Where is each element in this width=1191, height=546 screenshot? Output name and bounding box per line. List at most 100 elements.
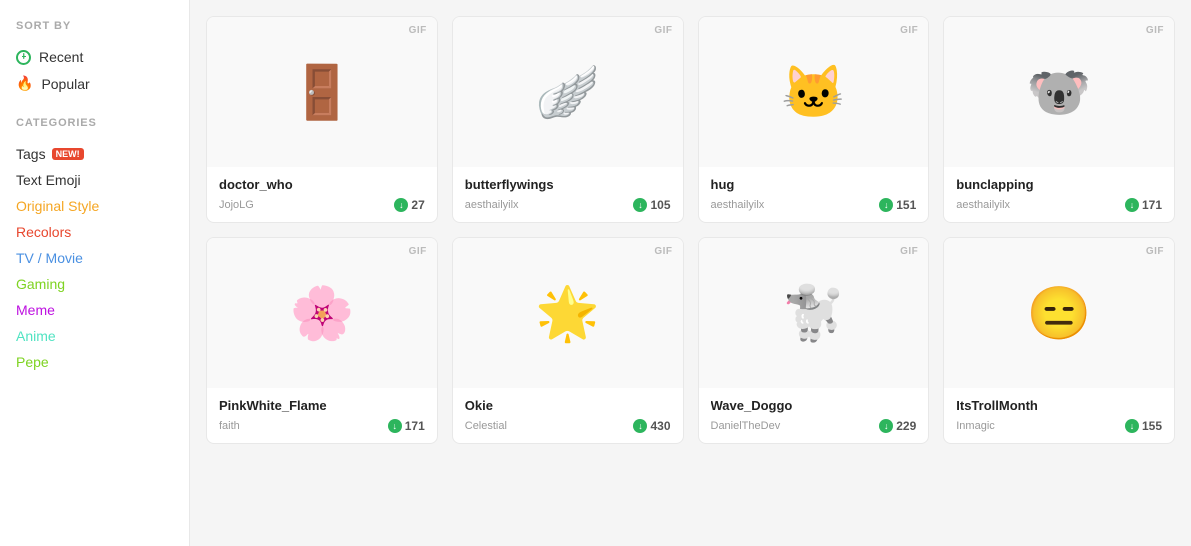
recolors-label: Recolors: [16, 224, 71, 240]
card-author-doctor_who: JojoLG: [219, 199, 254, 211]
card-downloads-butterflywings: ↓ 105: [633, 198, 670, 212]
card-icon-ItsTrollMonth: 😑: [1027, 283, 1092, 344]
card-image-PinkWhite_Flame: GIF 🌸: [207, 238, 437, 388]
sidebar-item-tv-movie[interactable]: TV / Movie: [16, 245, 173, 271]
card-footer-ItsTrollMonth: Inmagic ↓ 155: [956, 419, 1162, 433]
card-author-hug: aesthailyilx: [711, 199, 765, 211]
sort-popular-label: Popular: [41, 76, 89, 92]
card-image-ItsTrollMonth: GIF 😑: [944, 238, 1174, 388]
card-info-Wave_Doggo: Wave_Doggo DanielTheDev ↓ 229: [699, 388, 929, 443]
sort-recent[interactable]: Recent: [16, 44, 173, 70]
card-icon-doctor_who: 🚪: [290, 62, 355, 123]
download-icon-butterflywings: ↓: [633, 198, 647, 212]
sidebar-item-gaming[interactable]: Gaming: [16, 271, 173, 297]
sidebar-item-anime[interactable]: Anime: [16, 323, 173, 349]
card-downloads-PinkWhite_Flame: ↓ 171: [388, 419, 425, 433]
card-footer-hug: aesthailyilx ↓ 151: [711, 198, 917, 212]
card-downloads-Wave_Doggo: ↓ 229: [879, 419, 916, 433]
card-grid: GIF 🚪 doctor_who JojoLG ↓ 27 GIF 🪽 butte…: [206, 16, 1175, 444]
anime-label: Anime: [16, 328, 56, 344]
card-footer-PinkWhite_Flame: faith ↓ 171: [219, 419, 425, 433]
card-downloads-bunclapping: ↓ 171: [1125, 198, 1162, 212]
gif-badge: GIF: [1146, 246, 1164, 257]
card-author-bunclapping: aesthailyilx: [956, 199, 1010, 211]
sidebar-item-recolors[interactable]: Recolors: [16, 219, 173, 245]
card-image-doctor_who: GIF 🚪: [207, 17, 437, 167]
download-icon-bunclapping: ↓: [1125, 198, 1139, 212]
meme-label: Meme: [16, 302, 55, 318]
card-footer-Okie: Celestial ↓ 430: [465, 419, 671, 433]
card-info-hug: hug aesthailyilx ↓ 151: [699, 167, 929, 222]
sidebar-item-original-style[interactable]: Original Style: [16, 193, 173, 219]
card-title-Okie: Okie: [465, 398, 671, 413]
gif-badge: GIF: [900, 25, 918, 36]
sort-popular[interactable]: 🔥 Popular: [16, 70, 173, 97]
card-downloads-ItsTrollMonth: ↓ 155: [1125, 419, 1162, 433]
tags-label: Tags: [16, 146, 46, 162]
download-icon-hug: ↓: [879, 198, 893, 212]
card-Wave_Doggo[interactable]: GIF 🐩 Wave_Doggo DanielTheDev ↓ 229: [698, 237, 930, 444]
card-downloads-Okie: ↓ 430: [633, 419, 670, 433]
card-info-PinkWhite_Flame: PinkWhite_Flame faith ↓ 171: [207, 388, 437, 443]
gif-badge: GIF: [409, 246, 427, 257]
gaming-label: Gaming: [16, 276, 65, 292]
gif-badge: GIF: [654, 246, 672, 257]
card-info-Okie: Okie Celestial ↓ 430: [453, 388, 683, 443]
gif-badge: GIF: [1146, 25, 1164, 36]
card-title-doctor_who: doctor_who: [219, 177, 425, 192]
card-info-ItsTrollMonth: ItsTrollMonth Inmagic ↓ 155: [944, 388, 1174, 443]
card-Okie[interactable]: GIF 🌟 Okie Celestial ↓ 430: [452, 237, 684, 444]
card-PinkWhite_Flame[interactable]: GIF 🌸 PinkWhite_Flame faith ↓ 171: [206, 237, 438, 444]
card-author-ItsTrollMonth: Inmagic: [956, 420, 995, 432]
card-downloads-doctor_who: ↓ 27: [394, 198, 424, 212]
download-icon-PinkWhite_Flame: ↓: [388, 419, 402, 433]
card-doctor_who[interactable]: GIF 🚪 doctor_who JojoLG ↓ 27: [206, 16, 438, 223]
card-hug[interactable]: GIF 🐱 hug aesthailyilx ↓ 151: [698, 16, 930, 223]
fire-icon: 🔥: [16, 75, 33, 92]
card-icon-Okie: 🌟: [535, 283, 600, 344]
card-title-Wave_Doggo: Wave_Doggo: [711, 398, 917, 413]
card-image-hug: GIF 🐱: [699, 17, 929, 167]
download-icon-Wave_Doggo: ↓: [879, 419, 893, 433]
sidebar-item-text-emoji[interactable]: Text Emoji: [16, 167, 173, 193]
sort-recent-label: Recent: [39, 49, 83, 65]
tv-movie-label: TV / Movie: [16, 250, 83, 266]
card-image-bunclapping: GIF 🐨: [944, 17, 1174, 167]
card-icon-Wave_Doggo: 🐩: [781, 283, 846, 344]
card-icon-PinkWhite_Flame: 🌸: [290, 283, 355, 344]
sidebar-item-tags[interactable]: Tags New!: [16, 141, 173, 167]
gif-badge: GIF: [900, 246, 918, 257]
card-author-PinkWhite_Flame: faith: [219, 420, 240, 432]
card-footer-Wave_Doggo: DanielTheDev ↓ 229: [711, 419, 917, 433]
card-icon-bunclapping: 🐨: [1027, 62, 1092, 123]
card-title-ItsTrollMonth: ItsTrollMonth: [956, 398, 1162, 413]
card-info-butterflywings: butterflywings aesthailyilx ↓ 105: [453, 167, 683, 222]
card-info-bunclapping: bunclapping aesthailyilx ↓ 171: [944, 167, 1174, 222]
card-author-butterflywings: aesthailyilx: [465, 199, 519, 211]
card-bunclapping[interactable]: GIF 🐨 bunclapping aesthailyilx ↓ 171: [943, 16, 1175, 223]
card-image-butterflywings: GIF 🪽: [453, 17, 683, 167]
main-content: GIF 🚪 doctor_who JojoLG ↓ 27 GIF 🪽 butte…: [190, 0, 1191, 546]
card-title-bunclapping: bunclapping: [956, 177, 1162, 192]
download-icon-Okie: ↓: [633, 419, 647, 433]
card-butterflywings[interactable]: GIF 🪽 butterflywings aesthailyilx ↓ 105: [452, 16, 684, 223]
card-icon-butterflywings: 🪽: [535, 62, 600, 123]
card-image-Wave_Doggo: GIF 🐩: [699, 238, 929, 388]
sidebar-item-meme[interactable]: Meme: [16, 297, 173, 323]
card-ItsTrollMonth[interactable]: GIF 😑 ItsTrollMonth Inmagic ↓ 155: [943, 237, 1175, 444]
download-icon-ItsTrollMonth: ↓: [1125, 419, 1139, 433]
categories-label: CATEGORIES: [16, 117, 173, 129]
card-footer-bunclapping: aesthailyilx ↓ 171: [956, 198, 1162, 212]
sidebar: SORT BY Recent 🔥 Popular CATEGORIES Tags…: [0, 0, 190, 546]
card-downloads-hug: ↓ 151: [879, 198, 916, 212]
card-title-butterflywings: butterflywings: [465, 177, 671, 192]
sidebar-item-pepe[interactable]: Pepe: [16, 349, 173, 375]
new-badge: New!: [52, 148, 84, 160]
card-footer-doctor_who: JojoLG ↓ 27: [219, 198, 425, 212]
card-icon-hug: 🐱: [781, 62, 846, 123]
card-image-Okie: GIF 🌟: [453, 238, 683, 388]
download-icon-doctor_who: ↓: [394, 198, 408, 212]
pepe-label: Pepe: [16, 354, 49, 370]
gif-badge: GIF: [409, 25, 427, 36]
sort-by-label: SORT BY: [16, 20, 173, 32]
